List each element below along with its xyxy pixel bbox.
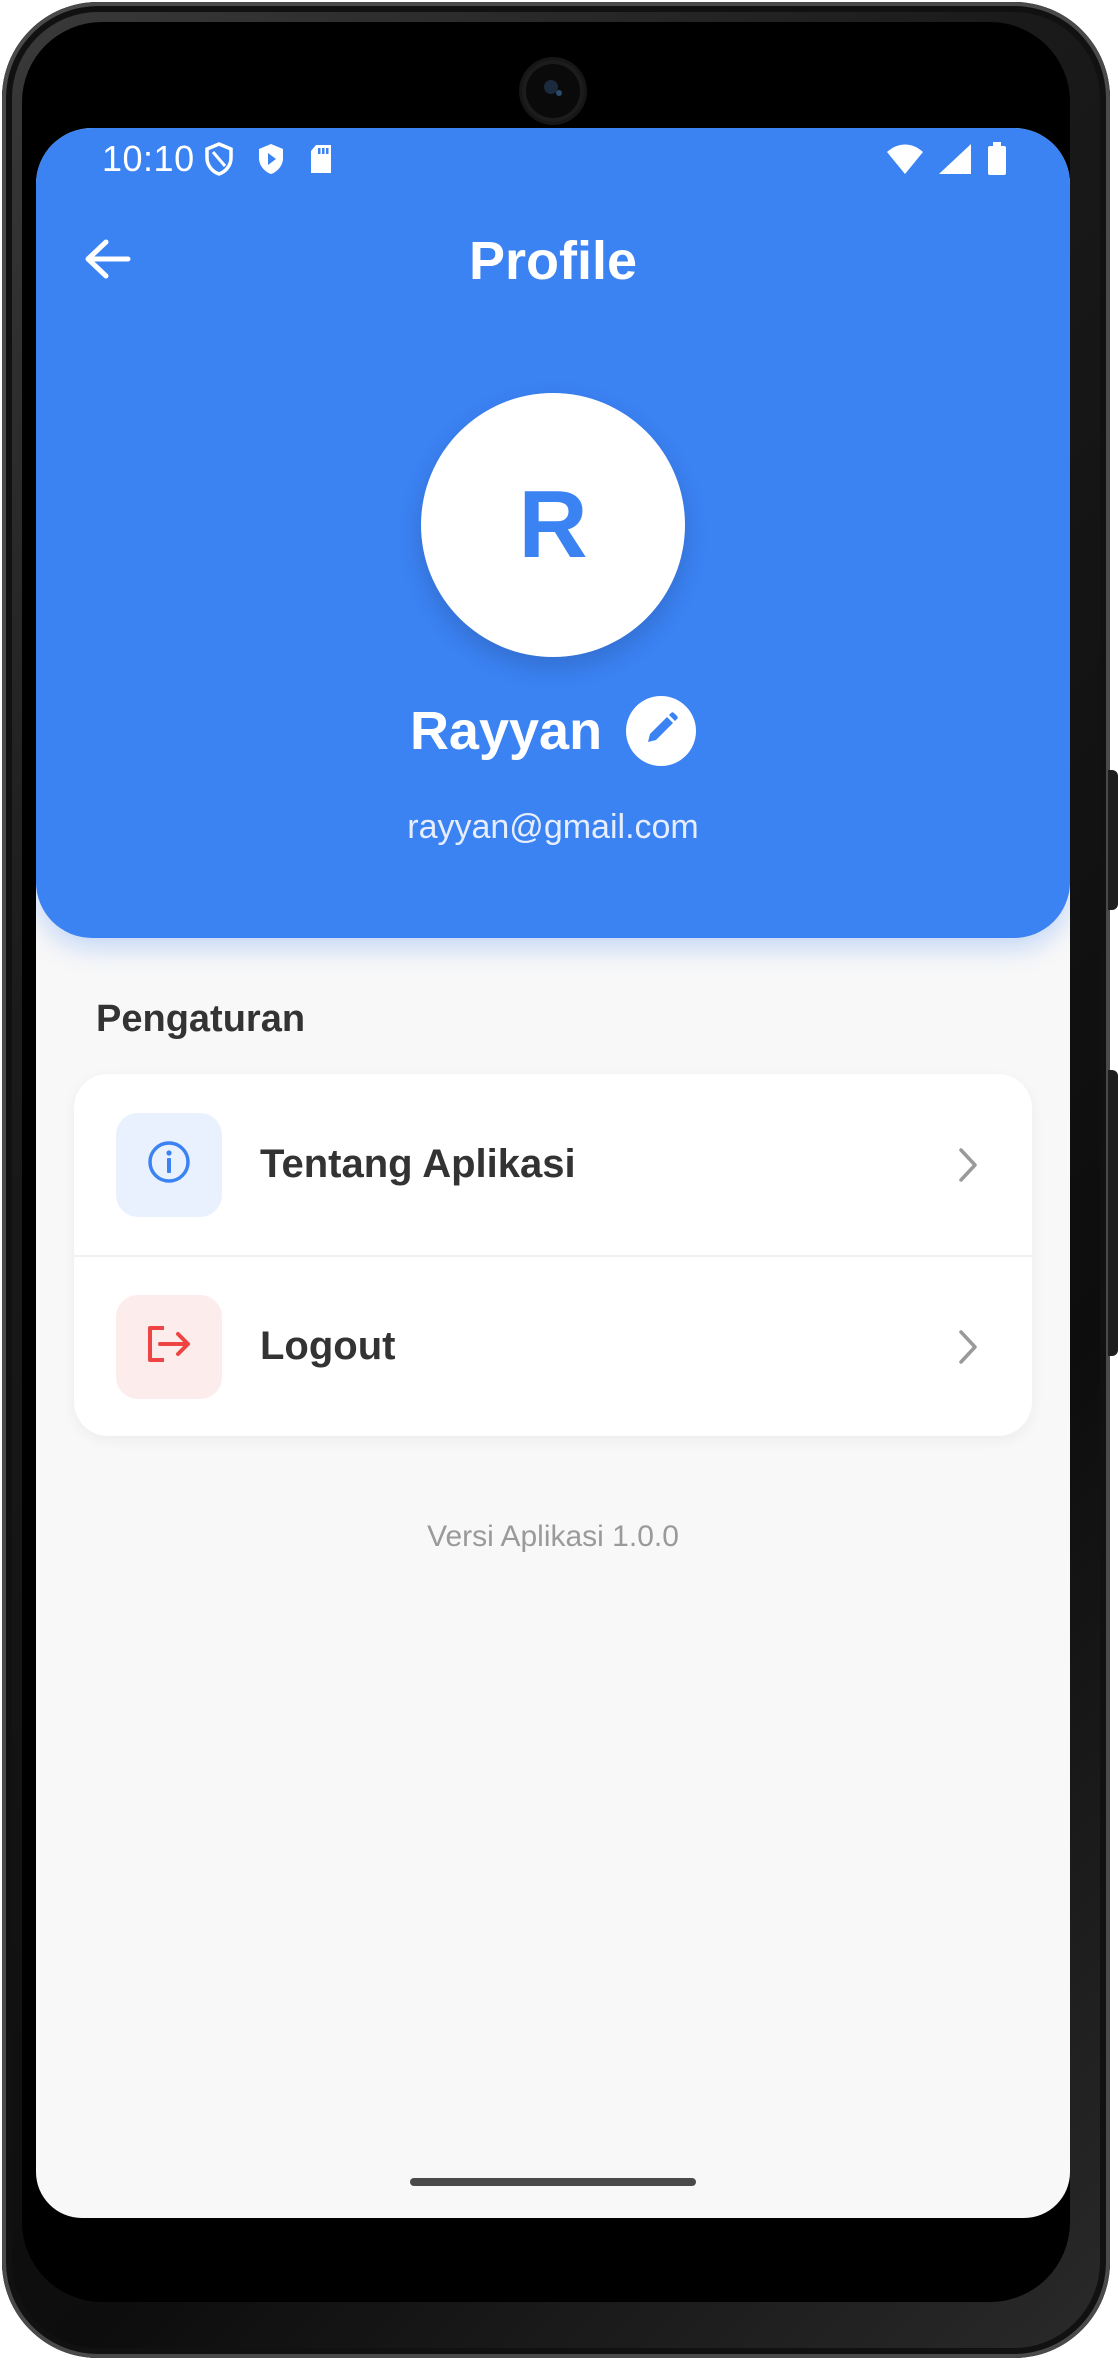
avatar-initial: R xyxy=(518,471,588,578)
app-screen: 10:10 Profile R Rayyan rayyan@gmail.com … xyxy=(36,128,1070,2218)
user-email: rayyan@gmail.com xyxy=(407,808,699,846)
volume-button xyxy=(1108,770,1118,910)
info-circle-icon xyxy=(146,1139,192,1190)
page-title: Profile xyxy=(468,231,638,291)
status-icons-left xyxy=(204,142,334,181)
battery-icon xyxy=(986,142,1008,181)
settings-card: Tentang Aplikasi Logout xyxy=(74,1074,1032,1436)
power-button xyxy=(1108,1070,1118,1356)
settings-section-title: Pengaturan xyxy=(96,998,306,1040)
wifi-icon xyxy=(886,143,924,180)
menu-label-about: Tentang Aplikasi xyxy=(260,1142,576,1186)
app-version-text: Versi Aplikasi 1.0.0 xyxy=(427,1520,679,1553)
shield-outline-icon xyxy=(204,142,234,181)
front-camera xyxy=(522,60,584,122)
pencil-icon xyxy=(642,710,680,753)
status-bar: 10:10 xyxy=(36,128,1070,192)
home-indicator[interactable] xyxy=(410,2178,696,2186)
profile-header: 10:10 Profile R Rayyan rayyan@gmail.com xyxy=(36,128,1070,938)
menu-label-logout: Logout xyxy=(260,1324,396,1368)
status-icons-right xyxy=(886,142,1008,181)
logout-icon xyxy=(144,1322,194,1371)
play-protect-icon xyxy=(256,142,286,181)
user-name-row: Rayyan xyxy=(36,696,1070,766)
phone-device: 10:10 Profile R Rayyan rayyan@gmail.com … xyxy=(0,0,1118,2361)
menu-item-about[interactable]: Tentang Aplikasi xyxy=(74,1074,1032,1257)
logout-icon-container xyxy=(116,1294,222,1399)
edit-name-button[interactable] xyxy=(626,696,697,766)
chevron-right-icon xyxy=(948,1327,988,1367)
chevron-right-icon xyxy=(948,1145,988,1185)
menu-item-logout[interactable]: Logout xyxy=(74,1256,1032,1436)
cellular-signal-icon xyxy=(938,143,972,180)
status-time: 10:10 xyxy=(102,138,195,179)
user-name: Rayyan xyxy=(409,701,603,761)
avatar: R xyxy=(421,393,685,657)
about-icon-container xyxy=(116,1112,222,1217)
sd-card-icon xyxy=(308,143,334,180)
